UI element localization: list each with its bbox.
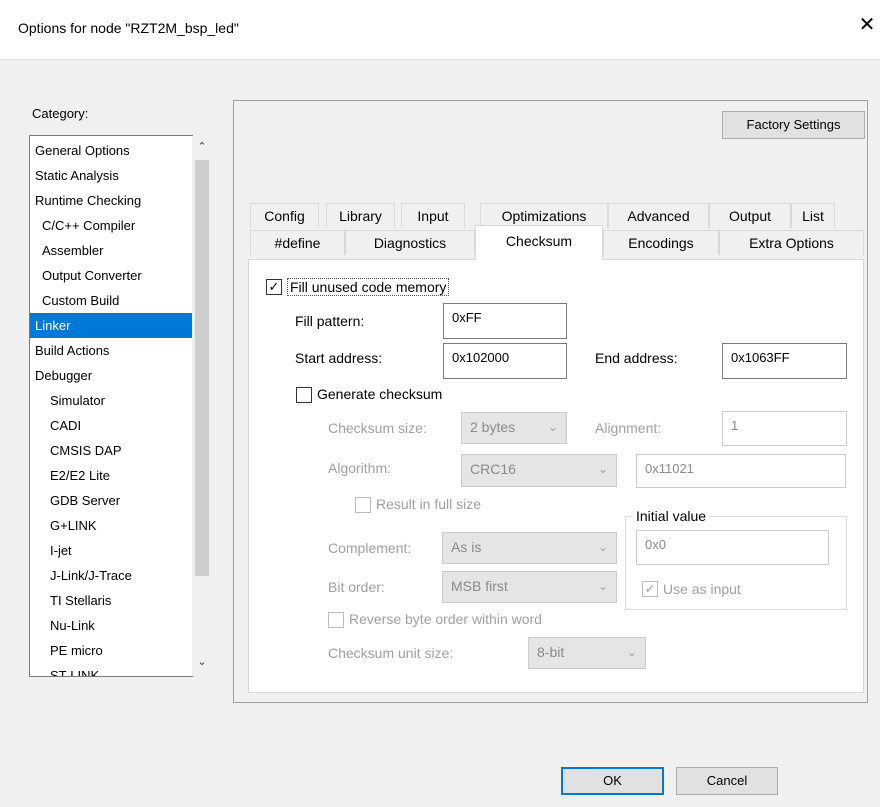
chevron-down-icon: ⌄ — [547, 420, 558, 434]
algorithm-poly-input[interactable]: 0x11021 — [636, 454, 846, 488]
tab-input[interactable]: Input — [401, 203, 465, 228]
alignment-label: Alignment: — [595, 420, 662, 436]
tab-library[interactable]: Library — [326, 203, 395, 228]
tab-list[interactable]: List — [791, 203, 835, 228]
checksum-size-value: 2 bytes — [470, 419, 516, 435]
category-item-debugger[interactable]: Debugger — [30, 363, 192, 388]
chevron-down-icon: ⌄ — [597, 462, 608, 476]
category-item-general-options[interactable]: General Options — [30, 138, 192, 163]
checksum-size-label: Checksum size: — [328, 420, 427, 436]
category-item-ti-stellaris[interactable]: TI Stellaris — [30, 588, 192, 613]
use-as-input-label[interactable]: Use as input — [663, 581, 741, 597]
cancel-button[interactable]: Cancel — [676, 767, 778, 795]
fill-unused-checkbox[interactable]: ✓ — [266, 279, 282, 295]
window-title: Options for node "RZT2M_bsp_led" — [18, 20, 239, 36]
tab-encodings[interactable]: Encodings — [603, 230, 719, 255]
tab-advanced[interactable]: Advanced — [608, 203, 709, 228]
category-item-cadi[interactable]: CADI — [30, 413, 192, 438]
fill-unused-label[interactable]: Fill unused code memory — [287, 278, 450, 296]
tab-diagnostics[interactable]: Diagnostics — [345, 230, 475, 255]
factory-settings-button[interactable]: Factory Settings — [722, 111, 865, 139]
end-address-input[interactable]: 0x1063FF — [722, 343, 847, 379]
initial-value-legend: Initial value — [633, 508, 710, 524]
start-address-label: Start address: — [295, 350, 383, 366]
category-item-j-link-j-trace[interactable]: J-Link/J-Trace — [30, 563, 192, 588]
bit-order-select[interactable]: MSB first ⌄ — [442, 571, 617, 603]
alignment-input[interactable]: 1 — [722, 411, 847, 446]
unit-size-label: Checksum unit size: — [328, 645, 454, 661]
chevron-down-icon: ⌄ — [597, 540, 608, 554]
tab-define[interactable]: #define — [250, 230, 345, 255]
scroll-down-icon[interactable]: ⌄ — [192, 655, 212, 668]
category-item-i-jet[interactable]: I-jet — [30, 538, 192, 563]
category-item-st-link[interactable]: ST-LINK — [30, 663, 192, 676]
category-item-assembler[interactable]: Assembler — [30, 238, 192, 263]
ok-button[interactable]: OK — [561, 767, 664, 795]
category-item-linker[interactable]: Linker — [30, 313, 192, 338]
category-item-simulator[interactable]: Simulator — [30, 388, 192, 413]
complement-label: Complement: — [328, 540, 412, 556]
generate-checksum-label[interactable]: Generate checksum — [317, 386, 442, 402]
generate-checksum-checkbox[interactable] — [296, 387, 312, 403]
reverse-byte-label[interactable]: Reverse byte order within word — [349, 611, 542, 627]
category-item-static-analysis[interactable]: Static Analysis — [30, 163, 192, 188]
category-item-pe-micro[interactable]: PE micro — [30, 638, 192, 663]
category-item-gdb-server[interactable]: GDB Server — [30, 488, 192, 513]
complement-value: As is — [451, 539, 482, 555]
tab-output[interactable]: Output — [709, 203, 791, 228]
category-item-g-link[interactable]: G+LINK — [30, 513, 192, 538]
result-full-size-label[interactable]: Result in full size — [376, 496, 481, 512]
category-item-e2-e2-lite[interactable]: E2/E2 Lite — [30, 463, 192, 488]
fill-pattern-label: Fill pattern: — [295, 313, 365, 329]
bit-order-value: MSB first — [451, 578, 508, 594]
tab-config[interactable]: Config — [250, 203, 319, 228]
category-item-nu-link[interactable]: Nu-Link — [30, 613, 192, 638]
algorithm-select[interactable]: CRC16 ⌄ — [461, 454, 617, 487]
category-item-runtime-checking[interactable]: Runtime Checking — [30, 188, 192, 213]
checksum-size-select[interactable]: 2 bytes ⌄ — [461, 412, 567, 444]
scrollbar-thumb[interactable] — [195, 160, 209, 576]
category-list[interactable]: General Options Static Analysis Runtime Ch… — [29, 135, 193, 677]
initial-value-input[interactable]: 0x0 — [636, 530, 829, 565]
chevron-down-icon: ⌄ — [626, 645, 637, 659]
category-label: Category: — [32, 106, 89, 121]
fill-pattern-input[interactable]: 0xFF — [443, 303, 567, 339]
bit-order-label: Bit order: — [328, 579, 385, 595]
reverse-byte-checkbox[interactable] — [328, 612, 344, 628]
category-item-c-c-compiler[interactable]: C/C++ Compiler — [30, 213, 192, 238]
close-icon[interactable]: ✕ — [856, 14, 878, 36]
category-item-build-actions[interactable]: Build Actions — [30, 338, 192, 363]
unit-size-select[interactable]: 8-bit ⌄ — [528, 637, 646, 669]
scroll-up-icon[interactable]: ⌃ — [192, 140, 212, 153]
complement-select[interactable]: As is ⌄ — [442, 532, 617, 564]
end-address-label: End address: — [595, 350, 678, 366]
chevron-down-icon: ⌄ — [597, 579, 608, 593]
category-item-cmsis-dap[interactable]: CMSIS DAP — [30, 438, 192, 463]
tab-checksum[interactable]: Checksum — [475, 225, 603, 260]
category-item-custom-build[interactable]: Custom Build — [30, 288, 192, 313]
result-full-size-checkbox[interactable] — [355, 497, 371, 513]
unit-size-value: 8-bit — [537, 644, 565, 660]
start-address-input[interactable]: 0x102000 — [443, 343, 567, 379]
category-item-output-converter[interactable]: Output Converter — [30, 263, 192, 288]
algorithm-label: Algorithm: — [328, 460, 392, 476]
use-as-input-checkbox[interactable]: ✓ — [642, 581, 658, 597]
algorithm-value: CRC16 — [470, 461, 516, 477]
tab-extra-options[interactable]: Extra Options — [719, 230, 864, 255]
